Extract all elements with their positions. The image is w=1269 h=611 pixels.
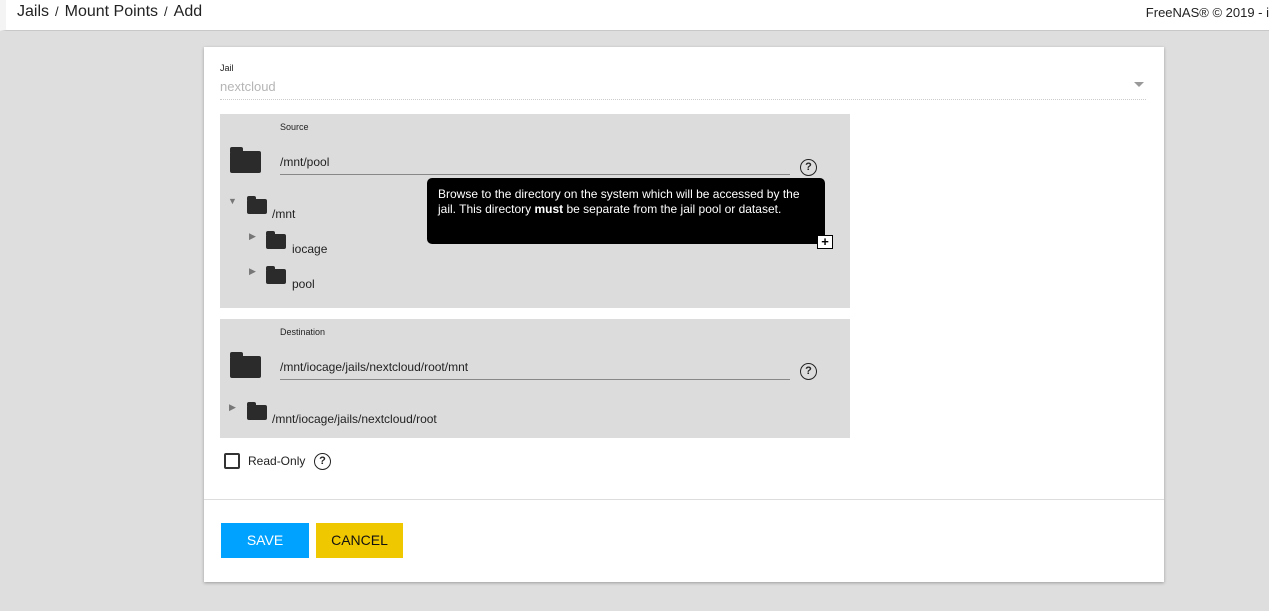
cancel-button[interactable]: CANCEL	[316, 523, 403, 558]
source-label: Source	[280, 122, 309, 132]
help-tooltip: Browse to the directory on the system wh…	[427, 178, 833, 249]
expand-tooltip-button[interactable]: +	[817, 235, 833, 249]
tree-node-root[interactable]: /mnt/iocage/jails/nextcloud/root	[272, 412, 437, 426]
breadcrumb: Jails / Mount Points / Add	[17, 3, 202, 21]
jail-label: Jail	[220, 63, 234, 73]
tree-node-iocage[interactable]: iocage	[292, 242, 327, 256]
breadcrumb-add: Add	[173, 3, 203, 20]
caret-right-icon[interactable]: ▶	[249, 266, 256, 277]
destination-input[interactable]: /mnt/iocage/jails/nextcloud/root/mnt	[280, 360, 790, 380]
top-bar: Jails / Mount Points / Add FreeNAS® © 2019 -…	[0, 0, 1269, 31]
folder-icon	[266, 231, 286, 249]
save-button[interactable]: SAVE	[221, 523, 309, 558]
jail-select[interactable]: nextcloud	[220, 78, 1146, 100]
folder-icon[interactable]	[230, 352, 261, 378]
destination-label: Destination	[280, 327, 326, 337]
folder-icon	[247, 196, 267, 214]
tree-node-pool[interactable]: pool	[292, 277, 315, 291]
read-only-checkbox[interactable]	[224, 453, 240, 469]
jail-select-value: nextcloud	[220, 79, 276, 94]
breadcrumb-mount-points[interactable]: Mount Points	[65, 3, 158, 20]
breadcrumb-jails[interactable]: Jails	[17, 3, 49, 20]
help-icon[interactable]: ?	[314, 453, 331, 470]
source-explorer: Source /mnt/pool ? ▼ /mnt ▶ iocage ▶ poo…	[220, 114, 850, 308]
tooltip-text: be separate from the jail pool or datase…	[563, 202, 782, 216]
tooltip-bold: must	[534, 202, 564, 216]
caret-right-icon[interactable]: ▶	[249, 231, 256, 242]
breadcrumb-separator: /	[55, 4, 59, 19]
folder-icon[interactable]	[230, 147, 261, 173]
source-input[interactable]: /mnt/pool	[280, 155, 790, 175]
mount-point-form: Jail nextcloud Source /mnt/pool ? ▼ /mnt…	[204, 47, 1164, 582]
chevron-down-icon	[1134, 82, 1144, 87]
copyright: FreeNAS® © 2019 - i	[1145, 5, 1269, 20]
divider	[204, 499, 1164, 500]
read-only-label: Read-Only	[248, 454, 306, 468]
tree-node-mnt[interactable]: /mnt	[272, 207, 295, 221]
folder-icon	[266, 266, 286, 284]
caret-right-icon[interactable]: ▶	[229, 402, 236, 413]
help-icon[interactable]: ?	[800, 363, 817, 380]
folder-icon	[247, 402, 267, 420]
breadcrumb-separator: /	[164, 4, 168, 19]
help-icon[interactable]: ?	[800, 159, 817, 176]
destination-explorer: Destination /mnt/iocage/jails/nextcloud/…	[220, 319, 850, 438]
caret-down-icon[interactable]: ▼	[228, 196, 237, 206]
